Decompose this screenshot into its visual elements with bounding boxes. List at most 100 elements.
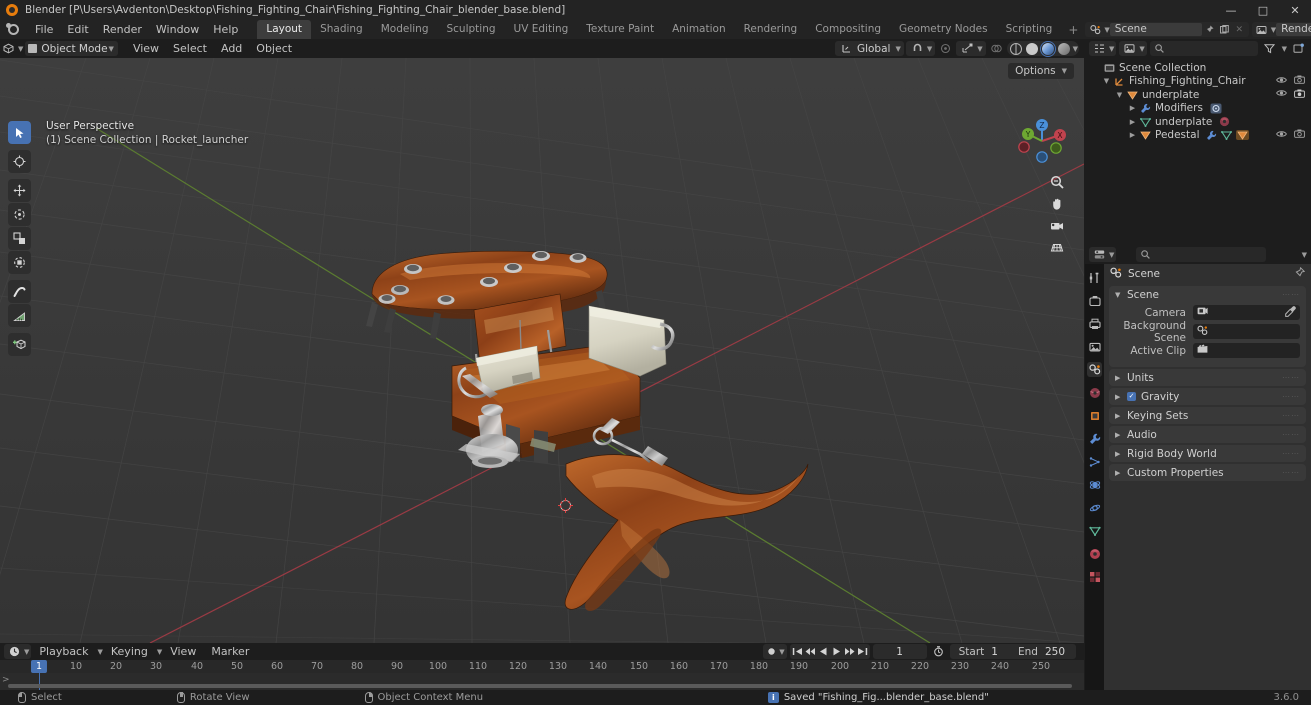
overlays-toggle-icon[interactable] [988, 41, 1005, 56]
shading-solid-button[interactable] [1025, 42, 1038, 55]
active-clip-field[interactable] [1193, 343, 1300, 358]
tab-animation[interactable]: Animation [663, 20, 735, 39]
tab-object-data[interactable] [1087, 523, 1102, 538]
gizmo-icon[interactable] [959, 41, 976, 56]
timeline-menu-playback[interactable]: Playback [32, 643, 95, 660]
outliner-editor-type-selector[interactable]: ▼ [1089, 41, 1117, 56]
disable-in-render-icon[interactable] [1294, 75, 1305, 87]
tab-particles[interactable] [1087, 454, 1102, 469]
disclosure-triangle[interactable]: ▶ [1127, 131, 1138, 139]
timeline-ruler[interactable]: 10 20 30 40 50 60 70 80 90 100 110 120 1… [0, 660, 1084, 673]
shading-material-preview-button[interactable] [1039, 40, 1056, 57]
tab-scripting[interactable]: Scripting [997, 20, 1062, 39]
annotate-tool[interactable] [8, 280, 31, 303]
gravity-checkbox[interactable] [1127, 392, 1136, 401]
menu-render[interactable]: Render [96, 21, 149, 38]
panel-gravity-header[interactable]: ▶ Gravity ⋯⋯ [1109, 388, 1306, 405]
next-keyframe-button[interactable] [843, 645, 856, 658]
frame-range-fields[interactable]: Start 1 End 250 [949, 644, 1076, 659]
cursor-tool[interactable] [8, 150, 31, 173]
measure-tool[interactable] [8, 304, 31, 327]
auto-keying-group[interactable]: ▼ [763, 644, 787, 659]
tab-rendering[interactable]: Rendering [735, 20, 807, 39]
eyedropper-icon[interactable] [1285, 305, 1296, 320]
pan-hand-icon[interactable] [1048, 195, 1065, 212]
tab-render[interactable] [1087, 293, 1102, 308]
playhead-label[interactable]: 1 [30, 660, 48, 673]
disclosure-triangle[interactable]: ▶ [1127, 104, 1138, 112]
tab-texture[interactable] [1087, 569, 1102, 584]
panel-rigid-body-world-header[interactable]: ▶ Rigid Body World ⋯⋯ [1109, 445, 1306, 462]
viewport-menu-object[interactable]: Object [249, 40, 299, 57]
disable-in-render-icon[interactable] [1294, 129, 1305, 141]
viewport-options-button[interactable]: Options ▼ [1008, 63, 1074, 79]
3d-viewport[interactable]: ▼ Object Mode ▼ View Select Add Object G… [0, 39, 1084, 643]
tab-uv-editing[interactable]: UV Editing [505, 20, 578, 39]
disclosure-triangle[interactable]: ▶ [1127, 118, 1138, 126]
delete-scene-icon[interactable]: ✕ [1232, 23, 1247, 36]
timeline-editor[interactable]: ▼ Playback ▼ Keying ▼ View Marker ▼ 1 St… [0, 643, 1084, 690]
wrench-icon[interactable] [1206, 130, 1217, 141]
tab-constraints[interactable] [1087, 500, 1102, 515]
menu-window[interactable]: Window [149, 21, 206, 38]
properties-editor-type-selector[interactable]: ▼ [1089, 247, 1117, 262]
outliner-row-underplate-object[interactable]: ▼ underplate [1085, 88, 1311, 102]
camera-view-icon[interactable] [1048, 217, 1065, 234]
jump-to-end-button[interactable] [856, 645, 869, 658]
menu-edit[interactable]: Edit [60, 21, 95, 38]
properties-editor[interactable]: ▼ ▼ Scene ▼ Scene ⋯⋯ Camera Background S… [1085, 245, 1311, 690]
material-icon[interactable] [1219, 116, 1230, 127]
panel-keying-sets-header[interactable]: ▶ Keying Sets ⋯⋯ [1109, 407, 1306, 424]
timeline-menu-view[interactable]: View [163, 643, 203, 660]
proportional-edit-icon[interactable] [937, 41, 954, 56]
outliner-row-pedestal[interactable]: ▶ Pedestal [1085, 129, 1311, 143]
pin-scene-icon[interactable] [1202, 23, 1217, 36]
toggle-ortho-icon[interactable] [1048, 239, 1065, 256]
snap-group[interactable]: ▼ [905, 41, 936, 56]
properties-options-chevron-icon[interactable]: ▼ [1302, 251, 1307, 259]
pin-id-icon[interactable] [1294, 266, 1306, 281]
tab-scene[interactable] [1087, 362, 1102, 377]
current-frame-field[interactable]: 1 [872, 644, 927, 659]
interaction-mode-selector[interactable]: Object Mode ▼ [25, 41, 118, 56]
add-cube-tool[interactable] [8, 333, 31, 356]
tab-view-layer[interactable] [1087, 339, 1102, 354]
shading-rendered-button[interactable] [1057, 42, 1070, 55]
outliner-display-mode-selector[interactable]: ▼ [1119, 41, 1147, 56]
outliner-row-modifiers[interactable]: ▶ Modifiers [1085, 102, 1311, 116]
previous-keyframe-button[interactable] [804, 645, 817, 658]
mesh-object-icon[interactable] [1236, 130, 1250, 141]
outliner-editor[interactable]: ▼ ▼ ▼ Scene Collection ▼ Fishing_Fightin… [1085, 39, 1311, 242]
outliner-row-fishing-fighting-chair[interactable]: ▼ Fishing_Fighting_Chair [1085, 75, 1311, 89]
jump-to-start-button[interactable] [791, 645, 804, 658]
zoom-icon[interactable] [1048, 173, 1065, 190]
outliner-search-input[interactable] [1149, 41, 1258, 56]
maximize-button[interactable]: □ [1247, 0, 1279, 20]
tab-material[interactable] [1087, 546, 1102, 561]
navigation-gizmo[interactable]: Z X Y [1014, 113, 1070, 169]
play-reverse-button[interactable] [817, 645, 830, 658]
timeline-editor-type-selector[interactable]: ▼ [4, 644, 32, 659]
tab-sculpting[interactable]: Sculpting [437, 20, 504, 39]
viewport-menu-select[interactable]: Select [166, 40, 214, 57]
close-button[interactable]: ✕ [1279, 0, 1311, 20]
viewport-gizmos-group[interactable]: ▼ [956, 41, 986, 56]
tab-modeling[interactable]: Modeling [372, 20, 438, 39]
modifier-type-icon[interactable] [1210, 103, 1222, 114]
menu-file[interactable]: File [28, 21, 60, 38]
transform-tool[interactable] [8, 251, 31, 274]
tab-world[interactable] [1087, 385, 1102, 400]
timeline-menu-keying[interactable]: Keying [104, 643, 155, 660]
scene-selector[interactable]: ▼ Scene ✕ [1085, 22, 1249, 37]
disclosure-triangle[interactable]: ▼ [1114, 91, 1125, 99]
disclosure-triangle[interactable]: ▼ [1101, 77, 1112, 85]
timeline-scrollbar[interactable] [8, 684, 1072, 688]
transform-orientation-selector[interactable]: Global ▼ [834, 41, 904, 56]
shading-wireframe-button[interactable] [1009, 42, 1022, 55]
outliner-row-underplate-mesh[interactable]: ▶ underplate [1085, 115, 1311, 129]
viewport-menu-add[interactable]: Add [214, 40, 249, 57]
tab-layout[interactable]: Layout [257, 20, 312, 39]
hide-in-viewport-icon[interactable] [1276, 130, 1287, 141]
menu-help[interactable]: Help [206, 21, 245, 38]
tab-physics[interactable] [1087, 477, 1102, 492]
